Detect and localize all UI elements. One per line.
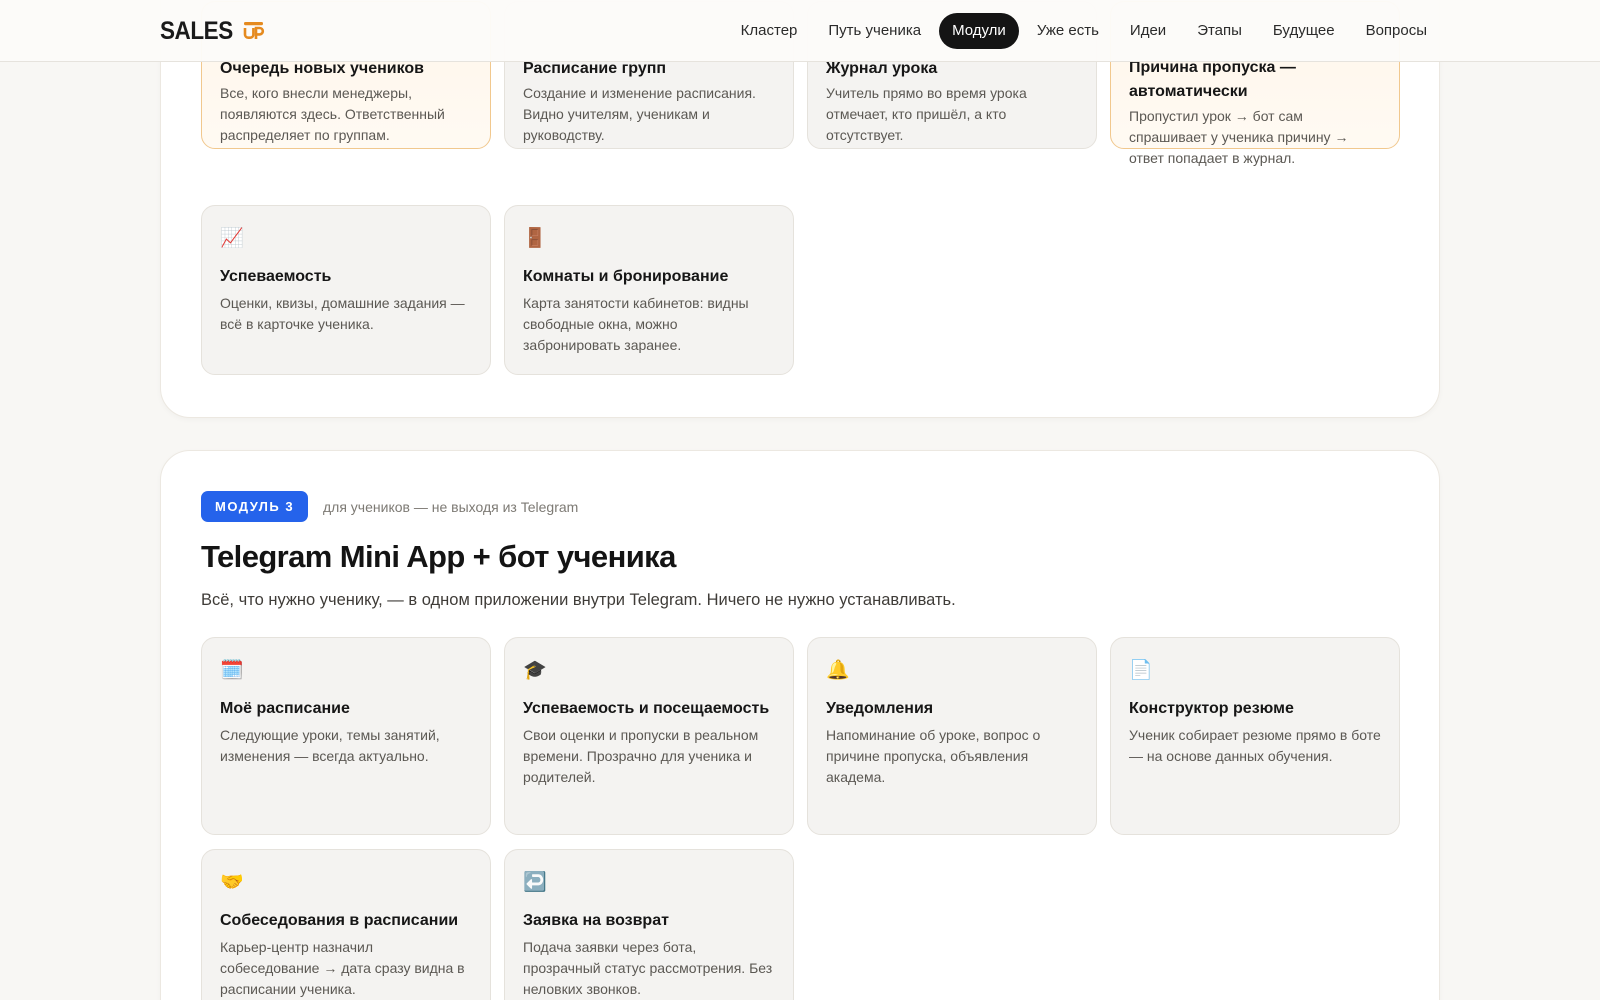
card-text: Создание и изменение расписания. Видно у… xyxy=(523,85,756,143)
nav-item-cluster[interactable]: Кластер xyxy=(728,13,811,49)
card-text: Учитель прямо во время урока отмечает, к… xyxy=(826,85,1027,143)
door-icon: 🚪 xyxy=(523,228,547,249)
logo-text: SALES xyxy=(160,16,233,45)
nav-item-already-exists[interactable]: Уже есть xyxy=(1024,13,1112,49)
card-text: Пропустил урок → бот сам спрашивает у уч… xyxy=(1129,108,1349,166)
card-title: Причина пропуска — автоматически xyxy=(1129,59,1296,100)
nav-item-stages[interactable]: Этапы xyxy=(1184,13,1255,49)
module-badge: МОДУЛЬ 3 xyxy=(201,491,309,522)
feature-card-performance-attendance[interactable]: 🎓 Успеваемость и посещаемость Свои оценк… xyxy=(504,637,794,835)
card-title: Успеваемость xyxy=(220,268,332,285)
return-arrow-icon: ↩️ xyxy=(523,872,547,893)
nav-item-questions[interactable]: Вопросы xyxy=(1353,13,1440,49)
logo-up-mark-icon xyxy=(243,22,264,39)
feature-card-my-schedule[interactable]: 🗓️ Моё расписание Следующие уроки, темы … xyxy=(201,637,491,835)
handshake-icon: 🤝 xyxy=(220,872,244,893)
module-2-panel: Очередь новых учеников Все, кого внесли … xyxy=(160,0,1440,418)
feature-card-performance[interactable]: 📈 Успеваемость Оценки, квизы, домашние з… xyxy=(201,205,491,375)
main-nav: Кластер Путь ученика Модули Уже есть Иде… xyxy=(728,13,1440,49)
card-title: Успеваемость и посещаемость xyxy=(523,700,770,717)
feature-card-interviews-in-schedule[interactable]: 🤝 Собеседования в расписании Карьер-цент… xyxy=(201,849,491,1000)
module-title: Telegram Mini App + бот ученика xyxy=(201,539,676,574)
graduation-cap-icon: 🎓 xyxy=(523,660,547,681)
feature-card-notifications[interactable]: 🔔 Уведомления Напоминание об уроке, вопр… xyxy=(807,637,1097,835)
card-title: Собеседования в расписании xyxy=(220,912,459,929)
nav-item-future[interactable]: Будущее xyxy=(1260,13,1348,49)
card-text: Напоминание об уроке, вопрос о причине п… xyxy=(826,727,1041,785)
calendar-icon: 🗓️ xyxy=(220,660,244,681)
card-text: Следующие уроки, темы занятий, изменения… xyxy=(220,727,440,764)
card-title: Заявка на возврат xyxy=(523,912,669,929)
top-navigation-bar: SALES Кластер Путь ученика Модули Уже ес… xyxy=(0,0,1600,62)
card-text: Свои оценки и пропуски в реальном времен… xyxy=(523,727,759,785)
nav-item-ideas[interactable]: Идеи xyxy=(1117,13,1179,49)
module-audience-note: для учеников — не выходя из Telegram xyxy=(323,499,579,515)
card-text: Подача заявки через бота, прозрачный ста… xyxy=(523,939,773,997)
module-subtitle: Всё, что нужно ученику, — в одном прилож… xyxy=(201,591,956,609)
card-text: Карта занятости кабинетов: видны свободн… xyxy=(523,295,749,353)
feature-card-refund-request[interactable]: ↩️ Заявка на возврат Подача заявки через… xyxy=(504,849,794,1000)
feature-card-rooms-booking[interactable]: 🚪 Комнаты и бронирование Карта занятости… xyxy=(504,205,794,375)
card-title: Моё расписание xyxy=(220,700,350,717)
feature-card-resume-builder[interactable]: 📄 Конструктор резюме Ученик собирает рез… xyxy=(1110,637,1400,835)
nav-item-modules[interactable]: Модули xyxy=(939,13,1019,49)
bell-icon: 🔔 xyxy=(826,660,850,681)
logo[interactable]: SALES xyxy=(160,17,266,45)
module-3-panel: МОДУЛЬ 3 для учеников — не выходя из Tel… xyxy=(160,450,1440,1000)
nav-item-student-path[interactable]: Путь ученика xyxy=(815,13,934,49)
card-title: Комнаты и бронирование xyxy=(523,268,729,285)
card-text: Все, кого внесли менеджеры, появляются з… xyxy=(220,85,445,143)
document-icon: 📄 xyxy=(1129,660,1153,681)
card-text: Ученик собирает резюме прямо в боте — на… xyxy=(1129,727,1381,764)
chart-increasing-icon: 📈 xyxy=(220,228,244,249)
card-title: Уведомления xyxy=(826,700,934,717)
card-title: Конструктор резюме xyxy=(1129,700,1294,717)
card-text: Карьер-центр назначил собеседование → да… xyxy=(220,939,465,997)
card-text: Оценки, квизы, домашние задания — всё в … xyxy=(220,295,465,332)
